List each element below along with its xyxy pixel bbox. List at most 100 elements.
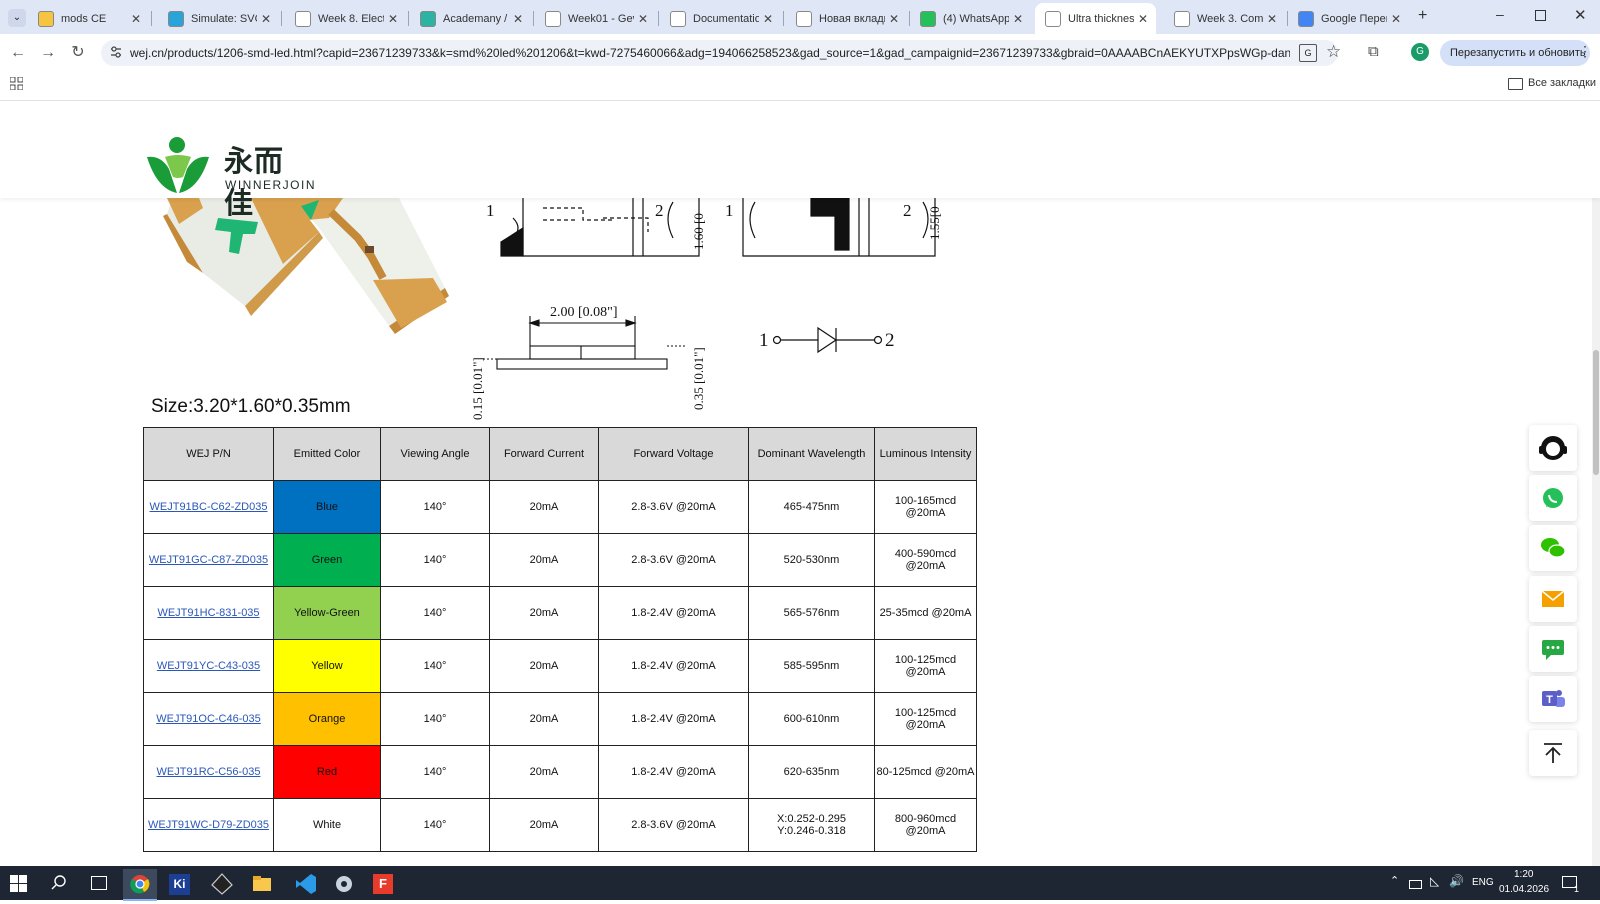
support-headset-button[interactable] — [1529, 425, 1577, 471]
tab-search-button[interactable]: ⌄ — [8, 9, 26, 27]
taskbar-kicad-icon[interactable]: Ki — [163, 869, 197, 899]
col-header-voltage: Forward Voltage — [598, 427, 749, 481]
eye-logo-icon — [420, 10, 436, 27]
site-info-icon[interactable] — [109, 45, 123, 59]
profile-avatar[interactable]: G — [1411, 43, 1429, 61]
tab-close-icon[interactable]: ✕ — [384, 12, 402, 26]
taskbar-chrome-icon[interactable] — [123, 869, 157, 901]
tab-close-icon[interactable]: ✕ — [1134, 12, 1152, 26]
browser-tab[interactable]: (4) WhatsApp ✕ — [910, 5, 1031, 32]
clock-date[interactable]: 01.04.2026 — [1499, 884, 1549, 895]
extensions-icon[interactable]: ⧉ — [1368, 43, 1379, 60]
taskbar-explorer-icon[interactable] — [245, 869, 279, 899]
browser-tab[interactable]: Simulate: SVG ✕ — [158, 5, 279, 32]
back-icon[interactable]: ← — [8, 43, 28, 63]
tab-close-icon[interactable]: ✕ — [1009, 12, 1027, 26]
task-view-icon[interactable] — [91, 876, 107, 890]
restart-update-button[interactable]: Перезапустить и обновить — [1440, 40, 1590, 66]
page-scrollbar-thumb[interactable] — [1593, 350, 1599, 475]
browser-tab[interactable]: Week 8. Electro✕ — [285, 5, 406, 32]
browser-tab[interactable]: Week01 - Geve✕ — [535, 5, 656, 32]
tray-chevron-icon[interactable]: ⌃ — [1390, 874, 1399, 887]
browser-tab[interactable]: Academany / F✕ — [410, 5, 531, 32]
clock-time[interactable]: 1:20 — [1514, 869, 1533, 880]
url-text[interactable]: wej.cn/products/1206-smd-led.html?capid=… — [130, 46, 1290, 60]
apps-grid-icon[interactable] — [9, 76, 24, 91]
dim-height-right: 0.35 [0.01"] — [691, 347, 706, 410]
wechat-button[interactable] — [1529, 525, 1577, 571]
browser-tab[interactable]: Google Перев ✕ — [1288, 5, 1409, 32]
taskbar-vscode-icon[interactable] — [289, 869, 323, 899]
tab-close-icon[interactable]: ✕ — [509, 12, 527, 26]
bookmark-star-icon[interactable]: ☆ — [1326, 42, 1341, 62]
back-to-top-button[interactable] — [1529, 730, 1577, 776]
tab-close-icon[interactable]: ✕ — [885, 12, 903, 26]
browser-tab[interactable]: Ultra thickness ✕ — [1035, 3, 1156, 34]
part-number-link[interactable]: WEJT91OC-C46-035 — [156, 713, 261, 725]
taskbar-search-icon[interactable] — [50, 874, 68, 892]
email-button[interactable] — [1529, 576, 1577, 622]
tab-close-icon[interactable]: ✕ — [759, 12, 777, 26]
new-tab-button[interactable]: + — [1418, 7, 1427, 25]
wavelength-line: 620-635nm — [783, 766, 840, 778]
wavelength-line: 585-595nm — [783, 660, 840, 672]
forward-icon[interactable]: → — [38, 43, 58, 63]
tab-close-icon[interactable]: ✕ — [1387, 12, 1405, 26]
taskbar-app-icon[interactable] — [327, 869, 361, 899]
tab-close-icon[interactable]: ✕ — [257, 12, 275, 26]
page-scrollbar-track[interactable] — [1592, 198, 1600, 866]
reload-icon[interactable]: ↻ — [68, 43, 88, 63]
tab-title: Week01 - Geve — [568, 12, 634, 25]
language-indicator[interactable]: ENG — [1472, 877, 1494, 888]
site-logo[interactable]: 永而佳 WINNERJOIN — [143, 135, 315, 220]
network-icon[interactable]: ◺ — [1430, 874, 1439, 888]
forward-current-cell: 20mA — [489, 639, 599, 693]
browser-tab-bar: ⌄ mods CE✕ Simulate: SVG✕Week 8. Electro✕… — [0, 0, 1600, 34]
translate-icon[interactable]: G — [1299, 44, 1317, 62]
minimize-button[interactable]: – — [1496, 6, 1504, 22]
restore-button[interactable] — [1535, 10, 1546, 21]
part-number-link[interactable]: WEJT91RC-C56-035 — [157, 766, 261, 778]
message-button[interactable] — [1529, 626, 1577, 672]
pin2-label-a: 2 — [655, 201, 664, 220]
forward-voltage-cell: 1.8-2.4V @20mA — [598, 586, 749, 640]
close-window-button[interactable]: ✕ — [1574, 6, 1587, 24]
teams-button[interactable]: T — [1529, 676, 1577, 722]
tab-separator — [151, 11, 152, 26]
tab-close-icon[interactable]: ✕ — [1263, 12, 1281, 26]
taskbar-fusion-icon[interactable]: F — [366, 869, 400, 899]
browser-tab[interactable]: mods CE ✕ — [28, 5, 149, 32]
tab-separator — [408, 11, 409, 26]
windows-start-icon[interactable] — [10, 875, 27, 892]
part-number-link[interactable]: WEJT91HC-831-035 — [157, 607, 259, 619]
headset-icon — [1539, 436, 1567, 460]
part-number-link[interactable]: WEJT91YC-C43-035 — [157, 660, 260, 672]
part-number-link[interactable]: WEJT91GC-C87-ZD035 — [149, 554, 268, 566]
back-to-top-icon — [1544, 743, 1562, 763]
tab-separator — [783, 11, 784, 26]
dominant-wavelength-cell: 565-576nm — [748, 586, 875, 640]
taskbar-inkscape-icon[interactable] — [205, 869, 239, 899]
forward-voltage-cell: 1.8-2.4V @20mA — [598, 745, 749, 799]
all-bookmarks-link[interactable]: Все закладки — [1528, 77, 1596, 89]
check-logo-icon — [1174, 10, 1190, 27]
browser-tab[interactable]: Новая вкладка✕ — [786, 5, 907, 32]
viewing-angle-cell: 140° — [380, 480, 490, 534]
tab-close-icon[interactable]: ✕ — [127, 12, 145, 26]
part-number-link[interactable]: WEJT91BC-C62-ZD035 — [150, 501, 268, 513]
size-label: Size:3.20*1.60*0.35mm — [151, 396, 351, 417]
browser-tab[interactable]: Documentation✕ — [660, 5, 781, 32]
menu-dots-icon[interactable]: ⋮ — [1578, 43, 1592, 60]
tab-title: Academany / F — [443, 12, 509, 25]
battery-icon[interactable] — [1409, 880, 1422, 889]
col-header-pn: WEJ P/N — [143, 427, 274, 481]
teams-icon: T — [1542, 690, 1565, 707]
whatsapp-button[interactable] — [1529, 475, 1577, 521]
part-number-link[interactable]: WEJT91WC-D79-ZD035 — [148, 819, 269, 831]
pin1-label-b: 1 — [725, 201, 734, 220]
browser-tab[interactable]: Week 3. Comp ✕ — [1164, 5, 1285, 32]
tab-close-icon[interactable]: ✕ — [634, 12, 652, 26]
volume-icon[interactable]: 🔊 — [1449, 874, 1464, 888]
dim-height-top-b: 1.55[0 — [927, 206, 942, 240]
dominant-wavelength-cell: 600-610nm — [748, 692, 875, 746]
